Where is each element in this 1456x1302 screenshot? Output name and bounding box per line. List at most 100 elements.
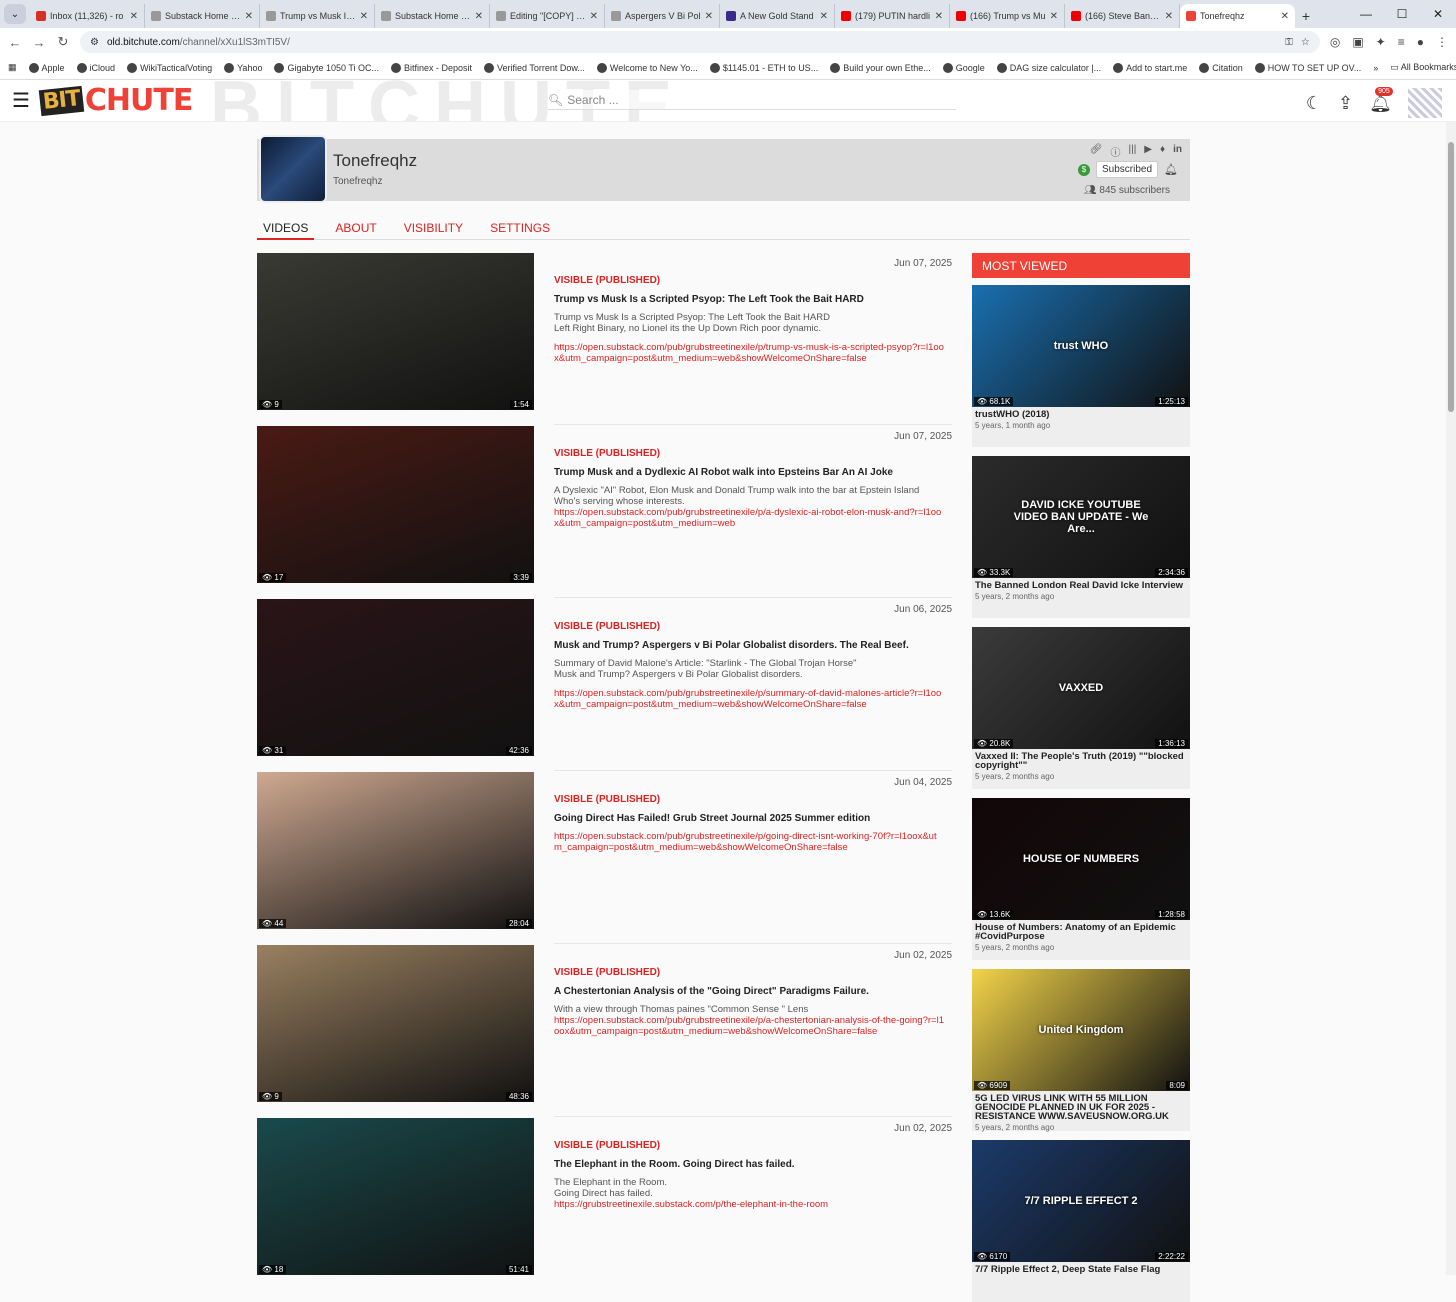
tab-settings[interactable]: SETTINGS [484,221,556,240]
tab-close-icon[interactable]: ✕ [935,11,943,22]
browser-tab[interactable]: Substack Home - G ✕ [375,4,490,28]
page-scrollbar[interactable] [1446,122,1456,1275]
visibility-status[interactable]: VISIBLE (PUBLISHED) [554,275,660,286]
browser-tab[interactable]: (166) Trump vs Mu ✕ [950,4,1065,28]
description-link[interactable]: https://open.substack.com/pub/grubstreet… [554,688,944,710]
puzzle-icon[interactable]: ✦ [1376,35,1386,49]
most-viewed-card[interactable]: trust WHO 👁︎ 68.1K 1:25:13 trustWHO (2018) 5… [972,285,1190,447]
dark-mode-icon[interactable]: ☾ [1306,93,1322,114]
video-thumbnail[interactable]: 👁︎ 31 42:36 [257,599,534,756]
video-thumbnail[interactable]: 👁︎ 44 28:04 [257,772,534,929]
tab-close-icon[interactable]: ✕ [245,11,253,22]
browser-tab[interactable]: Substack Home - G ✕ [145,4,260,28]
tab-close-icon[interactable]: ✕ [1165,11,1173,22]
channel-avatar[interactable] [259,135,327,203]
bookmark-item[interactable]: Apple [28,62,65,73]
minimize-icon[interactable]: — [1348,0,1384,28]
bookmark-item[interactable]: WikiTacticalVoting [127,62,212,73]
browser-tab[interactable]: A New Gold Stand ✕ [720,4,835,28]
browser-tab[interactable]: (166) Steve Bannon ✕ [1065,4,1180,28]
new-tab-button[interactable]: + [1295,8,1317,24]
most-viewed-thumbnail[interactable]: United Kingdom 👁︎ 6909 8:09 [972,969,1190,1091]
most-viewed-title[interactable]: 5G LED VIRUS LINK WITH 55 MILLION GENOCI… [972,1091,1190,1122]
all-bookmarks[interactable]: ▭ All Bookmarks [1390,62,1456,73]
back-icon[interactable]: ← [8,35,22,50]
info-icon[interactable]: ⓘ [1111,144,1121,159]
most-viewed-thumbnail[interactable]: trust WHO 👁︎ 68.1K 1:25:13 [972,285,1190,407]
link-icon[interactable]: 🔗︎ [1090,144,1103,159]
tab-close-icon[interactable]: ✕ [1281,11,1289,22]
most-viewed-card[interactable]: VAXXED 👁︎ 20.8K 1:36:13 Vaxxed II: The Peop… [972,627,1190,789]
most-viewed-thumbnail[interactable]: HOUSE OF NUMBERS 👁︎ 13.6K 1:28:58 [972,798,1190,920]
most-viewed-title[interactable]: 7/7 Ripple Effect 2, Deep State False Fl… [972,1262,1190,1275]
bitchute-logo[interactable]: BIT CHUTE [38,83,193,118]
extension-icon[interactable]: ▣ [1352,35,1363,49]
browser-tab[interactable]: (179) PUTIN hardli ✕ [835,4,950,28]
address-bar[interactable]: ⚙ old.bitchute.com/channel/xXu1lS3mTI5V/… [80,31,1320,53]
most-viewed-card[interactable]: 7/7 RIPPLE EFFECT 2 👁︎ 6170 2:22:22 7/7 Rip… [972,1140,1190,1302]
tab-close-icon[interactable]: ✕ [705,11,713,22]
visibility-status[interactable]: VISIBLE (PUBLISHED) [554,448,660,459]
video-thumbnail[interactable]: 👁︎ 18 51:41 [257,1118,534,1275]
notifications-icon[interactable]: 🔔︎ 905 [1369,86,1393,114]
search-input[interactable]: 🔍︎ Search ... [548,90,956,110]
forward-icon[interactable]: → [32,35,46,50]
bookmark-item[interactable]: Gigabyte 1050 Ti OC... [274,62,379,73]
site-info-icon[interactable]: ⚙ [90,37,99,48]
video-title[interactable]: Trump vs Musk Is a Scripted Psyop: The L… [554,294,934,305]
tab-close-icon[interactable]: ✕ [590,11,598,22]
browser-tab[interactable]: Inbox (11,326) - ro ✕ [30,4,145,28]
visibility-status[interactable]: VISIBLE (PUBLISHED) [554,794,660,805]
tab-close-icon[interactable]: ✕ [820,11,828,22]
maximize-icon[interactable]: ☐ [1384,0,1420,28]
bookmark-item[interactable]: Citation [1199,62,1243,73]
tab-search-icon[interactable]: ⌄ [4,4,26,24]
more-bookmarks-icon[interactable]: » [1373,63,1378,73]
linkedin-icon[interactable]: in [1173,144,1182,159]
subscribe-button[interactable]: Subscribed [1096,161,1159,178]
tab-close-icon[interactable]: ✕ [1050,11,1058,22]
video-title[interactable]: Musk and Trump? Aspergers v Bi Polar Glo… [554,640,934,651]
description-link[interactable]: https://open.substack.com/pub/grubstreet… [554,831,944,853]
tab-visibility[interactable]: VISIBILITY [398,221,469,240]
video-title[interactable]: A Chestertonian Analysis of the "Going D… [554,986,934,997]
bookmark-item[interactable]: Verified Torrent Dow... [484,62,585,73]
media-icon[interactable]: ≡ [1398,35,1405,49]
profile-icon[interactable]: ● [1417,35,1424,49]
upload-icon[interactable]: ⇪ [1338,93,1353,114]
reload-icon[interactable]: ↻ [56,34,70,50]
tab-close-icon[interactable]: ✕ [360,11,368,22]
video-thumbnail[interactable]: 👁︎ 17 3:39 [257,426,534,583]
video-title[interactable]: Trump Musk and a Dydlexic AI Robot walk … [554,467,934,478]
most-viewed-card[interactable]: United Kingdom 👁︎ 6909 8:09 5G LED VIRUS LI… [972,969,1190,1132]
most-viewed-card[interactable]: HOUSE OF NUMBERS 👁︎ 13.6K 1:28:58 House of … [972,798,1190,960]
bookmark-item[interactable]: $1145.01 - ETH to US... [709,62,818,73]
visibility-status[interactable]: VISIBLE (PUBLISHED) [554,1140,660,1151]
most-viewed-title[interactable]: Vaxxed II: The People's Truth (2019) ""b… [972,749,1190,771]
stats-icon[interactable]: ||| [1129,144,1137,159]
lightbulb-icon[interactable]: ♦ [1160,144,1165,159]
user-avatar[interactable] [1408,88,1442,118]
apps-icon[interactable]: ▦ [8,62,17,73]
video-thumbnail[interactable]: 👁︎ 9 48:36 [257,945,534,1102]
most-viewed-thumbnail[interactable]: 7/7 RIPPLE EFFECT 2 👁︎ 6170 2:22:22 [972,1140,1190,1262]
tab-close-icon[interactable]: ✕ [475,11,483,22]
browser-tab[interactable]: Trump vs Musk Is a ✕ [260,4,375,28]
browser-tab[interactable]: Editing "[COPY] Th ✕ [490,4,605,28]
most-viewed-title[interactable]: The Banned London Real David Icke Interv… [972,578,1190,591]
bell-icon[interactable]: 🔔︎ [1164,163,1178,176]
video-title[interactable]: The Elephant in the Room. Going Direct h… [554,1159,934,1170]
tab-videos[interactable]: VIDEOS [257,221,315,240]
bookmark-item[interactable]: Yahoo [224,62,262,73]
bookmark-item[interactable]: iCloud [76,62,115,73]
bookmark-item[interactable]: Google [942,62,985,73]
bookmark-item[interactable]: Build your own Ethe... [830,62,931,73]
description-link[interactable]: https://grubstreetinexile.substack.com/p… [554,1199,944,1210]
extension-icon[interactable]: ◎ [1330,35,1340,49]
tab-close-icon[interactable]: ✕ [130,11,138,22]
tab-about[interactable]: ABOUT [329,221,382,240]
description-link[interactable]: https://open.substack.com/pub/grubstreet… [554,507,944,529]
most-viewed-title[interactable]: House of Numbers: Anatomy of an Epidemic… [972,920,1190,942]
youtube-icon[interactable]: ▶ [1144,144,1152,159]
tip-icon[interactable]: $ [1078,163,1090,176]
